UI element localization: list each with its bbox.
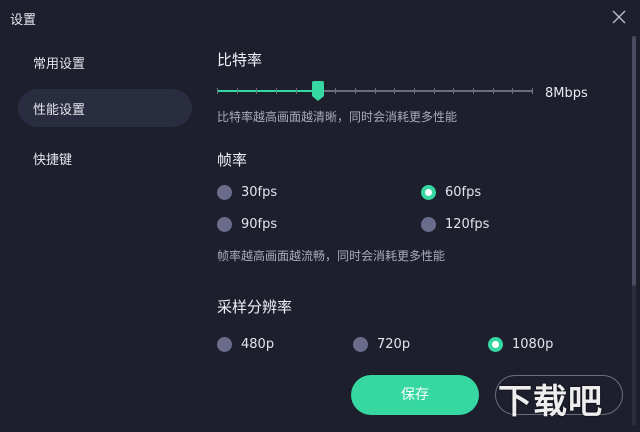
slider-tick: [493, 88, 494, 94]
bitrate-title: 比特率: [217, 51, 263, 69]
radio-unchecked-icon: [217, 217, 232, 232]
resolution-title: 采样分辨率: [217, 298, 293, 316]
slider-tick: [375, 88, 376, 94]
close-button[interactable]: [608, 6, 630, 28]
slider-tick: [217, 88, 218, 94]
slider-tick: [394, 88, 395, 94]
framerate-title: 帧率: [217, 151, 248, 169]
sidebar-item-shortcuts[interactable]: 快捷键: [18, 139, 192, 177]
slider-tick: [256, 88, 257, 94]
radio-label: 60fps: [445, 185, 482, 200]
slider-tick: [355, 88, 356, 94]
sidebar-item-label: 性能设置: [33, 103, 86, 118]
save-button[interactable]: 保存: [351, 375, 479, 415]
framerate-hint: 帧率越高画面越流畅，同时会消耗更多性能: [217, 249, 446, 263]
radio-label: 1080p: [512, 337, 554, 352]
slider-tick: [296, 88, 297, 94]
slider-thumb-icon: [312, 81, 324, 101]
sidebar-item-label: 常用设置: [33, 57, 86, 72]
bitrate-hint: 比特率越高画面越清晰，同时会消耗更多性能: [217, 110, 458, 124]
bitrate-value: 8Mbps: [545, 86, 588, 101]
slider-tick: [512, 88, 513, 94]
bitrate-slider[interactable]: [217, 78, 533, 104]
slider-tick: [276, 88, 277, 94]
radio-label: 90fps: [241, 217, 278, 232]
scrollbar[interactable]: [632, 36, 636, 426]
slider-tick: [473, 88, 474, 94]
radio-unchecked-icon: [217, 185, 232, 200]
radio-label: 30fps: [241, 185, 278, 200]
radio-label: 720p: [377, 337, 411, 352]
radio-unchecked-icon: [217, 337, 232, 352]
slider-tick: [414, 88, 415, 94]
radio-checked-icon: [421, 185, 436, 200]
window-title: 设置: [10, 13, 37, 28]
radio-label: 120fps: [445, 217, 490, 232]
radio-unchecked-icon: [353, 337, 368, 352]
sidebar-item-general[interactable]: 常用设置: [18, 43, 192, 81]
sidebar-item-performance[interactable]: 性能设置: [18, 89, 192, 127]
slider-tick: [434, 88, 435, 94]
slider-thumb[interactable]: [311, 80, 325, 102]
radio-unchecked-icon: [421, 217, 436, 232]
sidebar-item-label: 快捷键: [33, 153, 73, 168]
radio-label: 480p: [241, 337, 275, 352]
close-icon: [612, 10, 626, 24]
title-bar: 设置: [0, 0, 640, 36]
radio-checked-icon: [488, 337, 503, 352]
slider-fill: [217, 90, 318, 92]
slider-tick: [453, 88, 454, 94]
watermark-logo: 下载吧: [498, 382, 603, 422]
slider-tick: [532, 88, 533, 94]
slider-tick: [237, 88, 238, 94]
scrollbar-thumb[interactable]: [632, 36, 636, 286]
slider-tick: [335, 88, 336, 94]
settings-window: 设置 常用设置 性能设置 快捷键 比特率 8Mbps 比特率越高画面越清晰，同时…: [0, 0, 640, 432]
